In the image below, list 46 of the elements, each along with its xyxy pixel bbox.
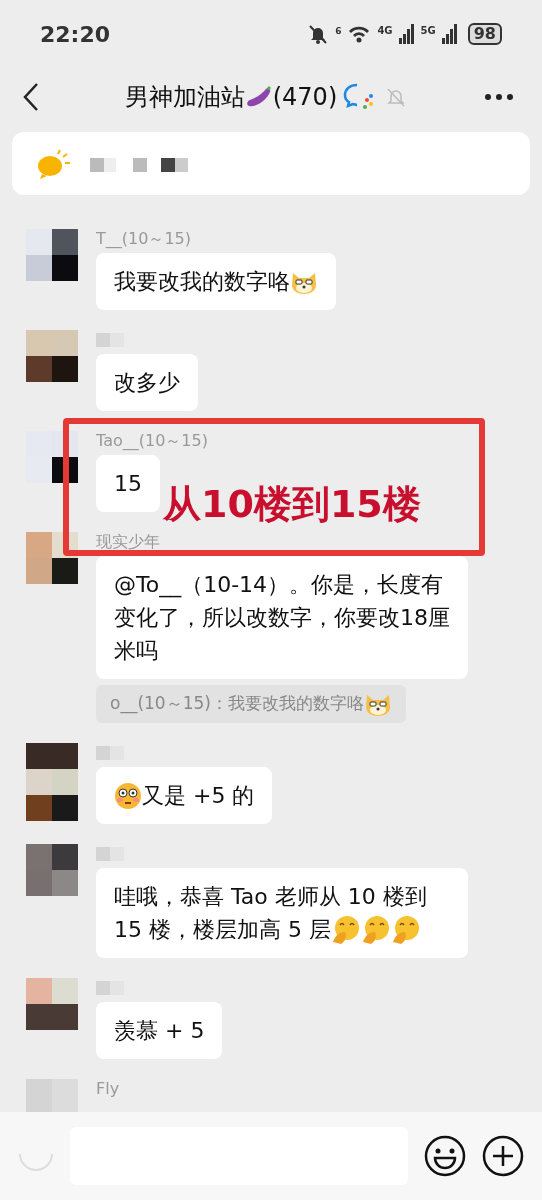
sender-name: 现实少年 — [96, 532, 160, 552]
battery-indicator: 98 — [467, 23, 502, 45]
avatar — [26, 978, 78, 1030]
signal-icon — [398, 24, 415, 44]
emoji-icon — [391, 914, 421, 945]
sender-name: T__(10～15) — [96, 229, 191, 249]
enterprise-chat-icon — [343, 82, 376, 112]
blurred-name-icon — [96, 746, 124, 760]
annotation-text: 从10楼到15楼 — [163, 480, 421, 528]
avatar — [26, 431, 78, 483]
status-time: 22:20 — [40, 20, 111, 49]
message-text: 15 楼，楼层加高 5 层 — [114, 916, 331, 944]
message-text: 羡慕 + 5 — [114, 1017, 205, 1045]
message-text: @To__（10-14）。你是，长度有变化了，所以改数字，你要改18厘米吗 — [114, 571, 450, 665]
message-text: 哇哦，恭喜 Tao 老师从 10 楼到 — [114, 883, 428, 911]
emoji-icon — [331, 914, 361, 945]
avatar — [26, 532, 78, 584]
muted-bell-icon — [385, 86, 408, 108]
quote-text: o__(10～15)：我要改我的数字咯 — [110, 692, 364, 716]
sender-name: Fly — [96, 1079, 120, 1099]
network-label: 5G — [420, 24, 436, 38]
member-count: (470) — [272, 82, 338, 113]
back-icon[interactable] — [22, 82, 40, 112]
avatar — [26, 844, 78, 896]
message-text: 改多少 — [114, 369, 180, 397]
avatar — [26, 330, 78, 382]
more-icon[interactable] — [484, 93, 514, 101]
wifi-icon — [347, 24, 372, 44]
blurred-name-icon — [96, 333, 124, 347]
blurred-name-icon — [96, 847, 124, 861]
sender-name: Tao__(10～15) — [96, 431, 208, 451]
emoji-icon — [114, 781, 142, 810]
signal-icon — [441, 24, 458, 44]
emoji-icon — [361, 914, 391, 945]
wifi-label: 6 — [335, 25, 342, 38]
message-text: 15 — [114, 470, 142, 498]
network-label: 4G — [377, 24, 393, 38]
message-text: 我要改我的数字咯 — [114, 268, 290, 296]
blurred-text-icon — [90, 155, 190, 172]
emoji-button-icon[interactable] — [424, 1135, 466, 1177]
blurred-name-icon — [96, 981, 124, 995]
muted-bell-icon — [307, 23, 330, 45]
message-text: 又是 +5 的 — [142, 782, 255, 810]
chat-title: 男神加油站 — [124, 82, 245, 113]
add-icon[interactable] — [482, 1135, 524, 1177]
avatar — [26, 229, 78, 281]
